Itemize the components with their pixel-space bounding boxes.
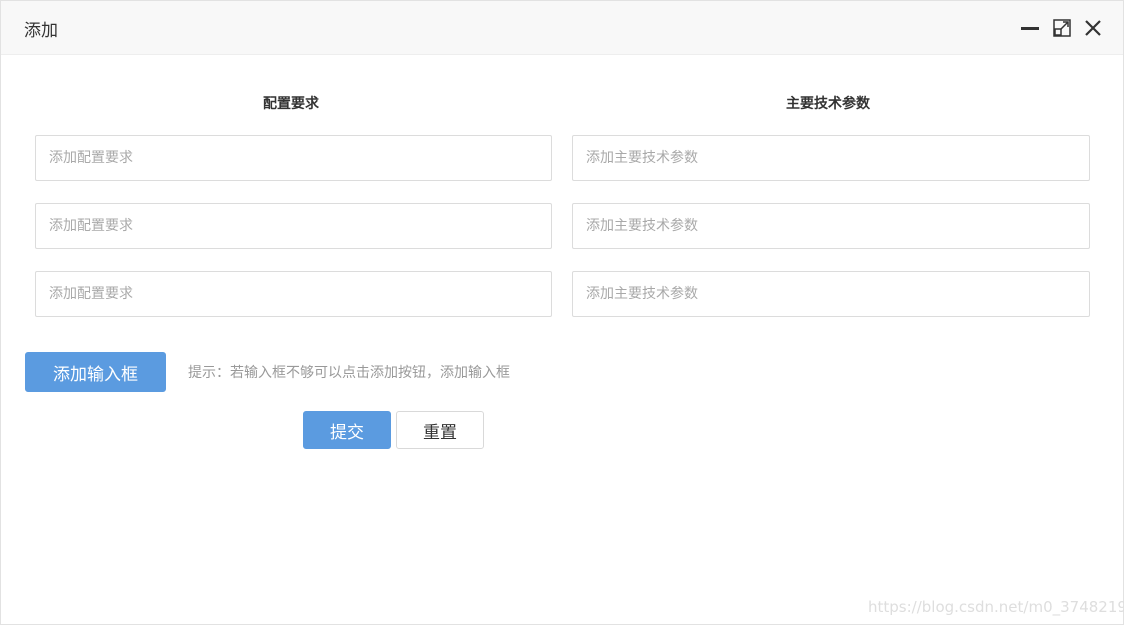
tech-param-input-3[interactable] — [572, 271, 1090, 317]
hint-text: 提示：若输入框不够可以点击添加按钮，添加输入框 — [188, 365, 510, 381]
add-input-button[interactable]: 添加输入框 — [25, 352, 166, 392]
add-dialog: 添加 配置要求 主要技术参数 添加输入框 提示：若输入框不够 — [0, 0, 1124, 625]
minimize-icon[interactable] — [1019, 17, 1041, 39]
dialog-title: 添加 — [24, 21, 58, 41]
tech-params-header: 主要技术参数 — [786, 96, 870, 112]
maximize-icon[interactable] — [1051, 17, 1073, 39]
tech-param-input-1[interactable] — [572, 135, 1090, 181]
config-requirement-input-2[interactable] — [35, 203, 552, 249]
config-requirement-input-1[interactable] — [35, 135, 552, 181]
watermark: https://blog.csdn.net/m0_37482190 — [868, 598, 1124, 616]
config-requirement-input-3[interactable] — [35, 271, 552, 317]
close-icon[interactable] — [1082, 17, 1104, 39]
reset-button[interactable]: 重置 — [396, 411, 484, 449]
dialog-titlebar: 添加 — [1, 1, 1123, 55]
submit-button[interactable]: 提交 — [303, 411, 391, 449]
config-requirements-header: 配置要求 — [263, 96, 319, 112]
tech-param-input-2[interactable] — [572, 203, 1090, 249]
